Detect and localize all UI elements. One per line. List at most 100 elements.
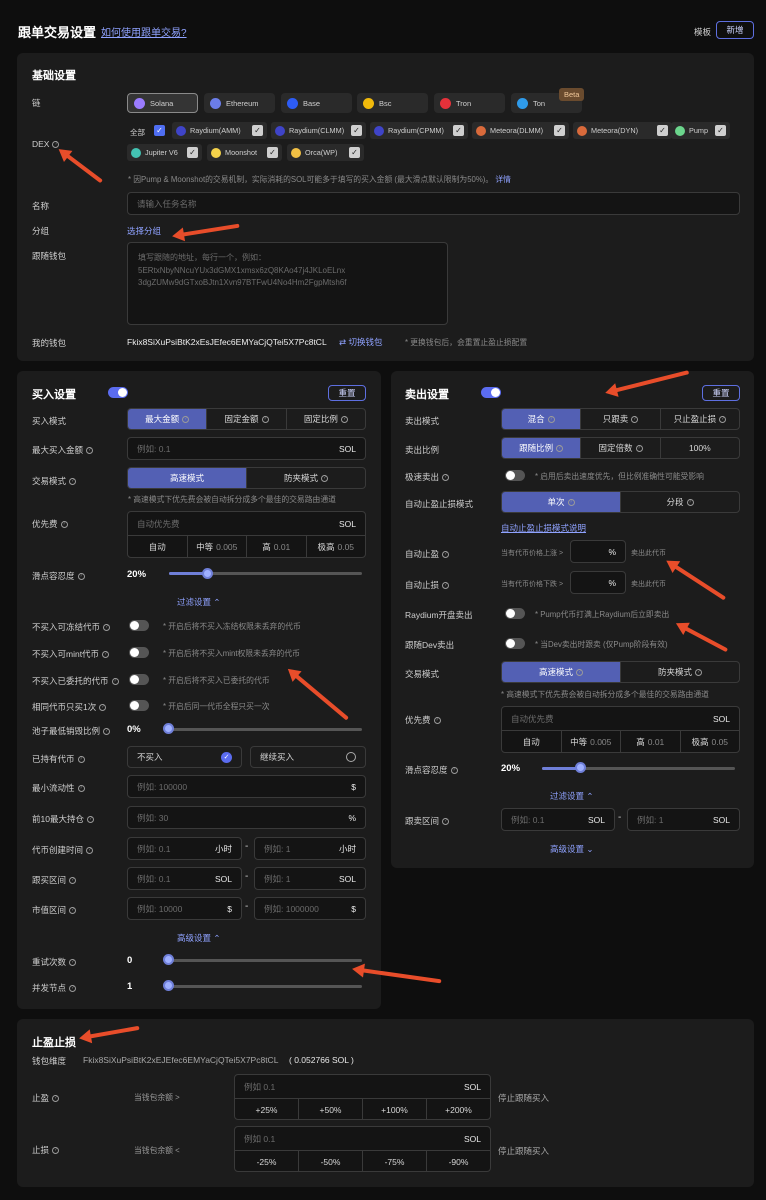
dex-checkbox[interactable]: ✓ bbox=[267, 147, 278, 158]
buy-toggle-switch[interactable] bbox=[129, 647, 149, 658]
template-label[interactable]: 模板 bbox=[694, 26, 711, 38]
percent-option[interactable]: +200% bbox=[427, 1099, 490, 1120]
priority-option[interactable]: 极高 0.05 bbox=[307, 536, 366, 557]
dex-checkbox[interactable]: ✓ bbox=[554, 125, 565, 136]
dex-all-checkbox[interactable]: ✓ bbox=[154, 125, 165, 136]
auto-mode-segment[interactable]: 单次? 分段? bbox=[501, 491, 740, 513]
sell-mode-follow[interactable]: 只跟卖? bbox=[581, 409, 661, 429]
auto-mode-staged[interactable]: 分段? bbox=[621, 492, 739, 512]
buy-trade-antimev[interactable]: 防夹模式? bbox=[247, 468, 365, 488]
sell-ratio-multiple[interactable]: 固定倍数? bbox=[581, 438, 661, 458]
dex-raydium-clmm-[interactable]: Raydium(CLMM) ✓ bbox=[271, 122, 366, 139]
dex-checkbox[interactable]: ✓ bbox=[187, 147, 198, 158]
sell-ratio-segment[interactable]: 跟随比例? 固定倍数? 100% bbox=[501, 437, 740, 459]
follow-to-input[interactable]: 例如: 1 SOL bbox=[254, 867, 366, 890]
sell-filter-link[interactable]: 过滤设置 ⌃ bbox=[550, 790, 593, 802]
priority-option[interactable]: 中等 0.005 bbox=[562, 731, 621, 752]
concurrency-handle[interactable] bbox=[163, 980, 174, 991]
dex-raydium-amm-[interactable]: Raydium(AMM) ✓ bbox=[172, 122, 267, 139]
sell-range-from-input[interactable]: 例如: 0.1 SOL bbox=[501, 808, 615, 831]
fast-sell-toggle[interactable] bbox=[505, 470, 525, 481]
select-group-link[interactable]: 选择分组 bbox=[127, 225, 161, 237]
percent-option[interactable]: +25% bbox=[235, 1099, 299, 1120]
dex-checkbox[interactable]: ✓ bbox=[657, 125, 668, 136]
percent-option[interactable]: -90% bbox=[427, 1151, 490, 1172]
created-from-input[interactable]: 例如: 0.1 小时 bbox=[127, 837, 242, 860]
sell-ratio-follow[interactable]: 跟随比例? bbox=[502, 438, 582, 458]
buy-priority-box[interactable]: 自动优先费 SOL 自动 中等 0.005 高 0.01 极高 0.05 bbox=[127, 511, 366, 558]
sell-enable-toggle[interactable] bbox=[481, 387, 501, 398]
dex-orca-wp-[interactable]: Orca(WP) ✓ bbox=[287, 144, 364, 161]
mcap-to-input[interactable]: 例如: 1000000 $ bbox=[254, 897, 366, 920]
buy-toggle-switch[interactable] bbox=[129, 700, 149, 711]
priority-option[interactable]: 极高 0.05 bbox=[681, 731, 740, 752]
priority-option[interactable]: 高 0.01 bbox=[247, 536, 307, 557]
created-to-input[interactable]: 例如: 1 小时 bbox=[254, 837, 366, 860]
sell-trade-fast[interactable]: 高速模式? bbox=[502, 662, 621, 682]
chain-tron[interactable]: Tron bbox=[434, 93, 505, 113]
priority-option[interactable]: 中等 0.005 bbox=[188, 536, 247, 557]
raydium-sell-toggle[interactable] bbox=[505, 608, 525, 619]
auto-mode-single[interactable]: 单次? bbox=[502, 492, 621, 512]
sell-slippage-handle[interactable] bbox=[574, 762, 586, 773]
percent-option[interactable]: +50% bbox=[299, 1099, 363, 1120]
hold-option-skip[interactable]: 不买入 ✓ bbox=[127, 746, 242, 768]
buy-mode-segment[interactable]: 最大金额? 固定金额? 固定比例? bbox=[127, 408, 366, 430]
dex-moonshot[interactable]: Moonshot ✓ bbox=[207, 144, 282, 161]
help-link[interactable]: 如何使用跟单交易? bbox=[101, 24, 187, 39]
task-name-input[interactable]: 请输入任务名称 bbox=[127, 192, 740, 215]
buy-toggle-switch[interactable] bbox=[129, 674, 149, 685]
concurrency-track[interactable] bbox=[169, 985, 362, 988]
dex-meteora-dyn-[interactable]: Meteora(DYN) ✓ bbox=[573, 122, 672, 139]
retry-track[interactable] bbox=[169, 959, 362, 962]
liquidity-input[interactable]: 例如: 100000 $ bbox=[127, 775, 366, 798]
buy-reset-button[interactable]: 重置 bbox=[328, 385, 366, 401]
hold-option-continue[interactable]: 继续买入 bbox=[250, 746, 366, 768]
sell-trade-mode-segment[interactable]: 高速模式? 防夹模式? bbox=[501, 661, 740, 683]
sell-priority-box[interactable]: 自动优先费 SOL 自动 中等 0.005 高 0.01 极高 0.05 bbox=[501, 706, 740, 753]
priority-option[interactable]: 自动 bbox=[128, 536, 188, 557]
dex-pump[interactable]: Pump ✓ bbox=[671, 122, 730, 139]
dex-raydium-cpmm-[interactable]: Raydium(CPMM) ✓ bbox=[370, 122, 468, 139]
switch-wallet-button[interactable]: ⇄ 切换钱包 bbox=[339, 336, 383, 348]
priority-option[interactable]: 自动 bbox=[502, 731, 562, 752]
dex-checkbox[interactable]: ✓ bbox=[715, 125, 726, 136]
sell-mode-mixed[interactable]: 混合? bbox=[502, 409, 582, 429]
dex-jupiter-v6[interactable]: Jupiter V6 ✓ bbox=[127, 144, 202, 161]
tp-box[interactable]: 例如 0.1 SOL +25% +50% +100% +200% bbox=[234, 1074, 491, 1120]
buy-mode-max[interactable]: 最大金额? bbox=[128, 409, 208, 429]
follow-from-input[interactable]: 例如: 0.1 SOL bbox=[127, 867, 242, 890]
sell-range-to-input[interactable]: 例如: 1 SOL bbox=[627, 808, 740, 831]
auto-sl-input[interactable]: % bbox=[570, 571, 626, 594]
burn-track[interactable] bbox=[169, 728, 362, 731]
sell-trade-antimev[interactable]: 防夹模式? bbox=[621, 662, 739, 682]
dex-checkbox[interactable]: ✓ bbox=[349, 147, 360, 158]
mcap-from-input[interactable]: 例如: 10000 $ bbox=[127, 897, 242, 920]
buy-mode-fixed[interactable]: 固定金额? bbox=[207, 409, 287, 429]
dex-checkbox[interactable]: ✓ bbox=[351, 125, 362, 136]
auto-mode-help-link[interactable]: 自动止盈止损模式说明 bbox=[501, 522, 586, 534]
chain-ethereum[interactable]: Ethereum bbox=[204, 93, 275, 113]
buy-filter-link[interactable]: 过滤设置 ⌃ bbox=[177, 596, 220, 608]
buy-toggle-switch[interactable] bbox=[129, 620, 149, 631]
buy-trade-mode-segment[interactable]: 高速模式 防夹模式? bbox=[127, 467, 366, 489]
priority-option[interactable]: 高 0.01 bbox=[621, 731, 681, 752]
percent-option[interactable]: -75% bbox=[363, 1151, 427, 1172]
sell-ratio-100[interactable]: 100% bbox=[661, 438, 739, 458]
buy-slippage-handle[interactable] bbox=[201, 568, 213, 579]
burn-handle[interactable] bbox=[163, 723, 174, 734]
sell-reset-button[interactable]: 重置 bbox=[702, 385, 740, 401]
buy-trade-fast[interactable]: 高速模式 bbox=[128, 468, 247, 488]
new-button[interactable]: 新增 bbox=[716, 21, 754, 39]
chain-base[interactable]: Base bbox=[281, 93, 352, 113]
top10-input[interactable]: 例如: 30% bbox=[127, 806, 366, 829]
sell-advanced-link[interactable]: 高级设置 ⌄ bbox=[550, 843, 593, 855]
percent-option[interactable]: -25% bbox=[235, 1151, 299, 1172]
percent-option[interactable]: +100% bbox=[363, 1099, 427, 1120]
sl-box[interactable]: 例如 0.1 SOL -25% -50% -75% -90% bbox=[234, 1126, 491, 1172]
chain-bsc[interactable]: Bsc bbox=[357, 93, 428, 113]
dex-checkbox[interactable]: ✓ bbox=[252, 125, 263, 136]
retry-handle[interactable] bbox=[163, 954, 174, 965]
dex-meteora-dlmm-[interactable]: Meteora(DLMM) ✓ bbox=[472, 122, 569, 139]
auto-tp-input[interactable]: % bbox=[570, 540, 626, 563]
